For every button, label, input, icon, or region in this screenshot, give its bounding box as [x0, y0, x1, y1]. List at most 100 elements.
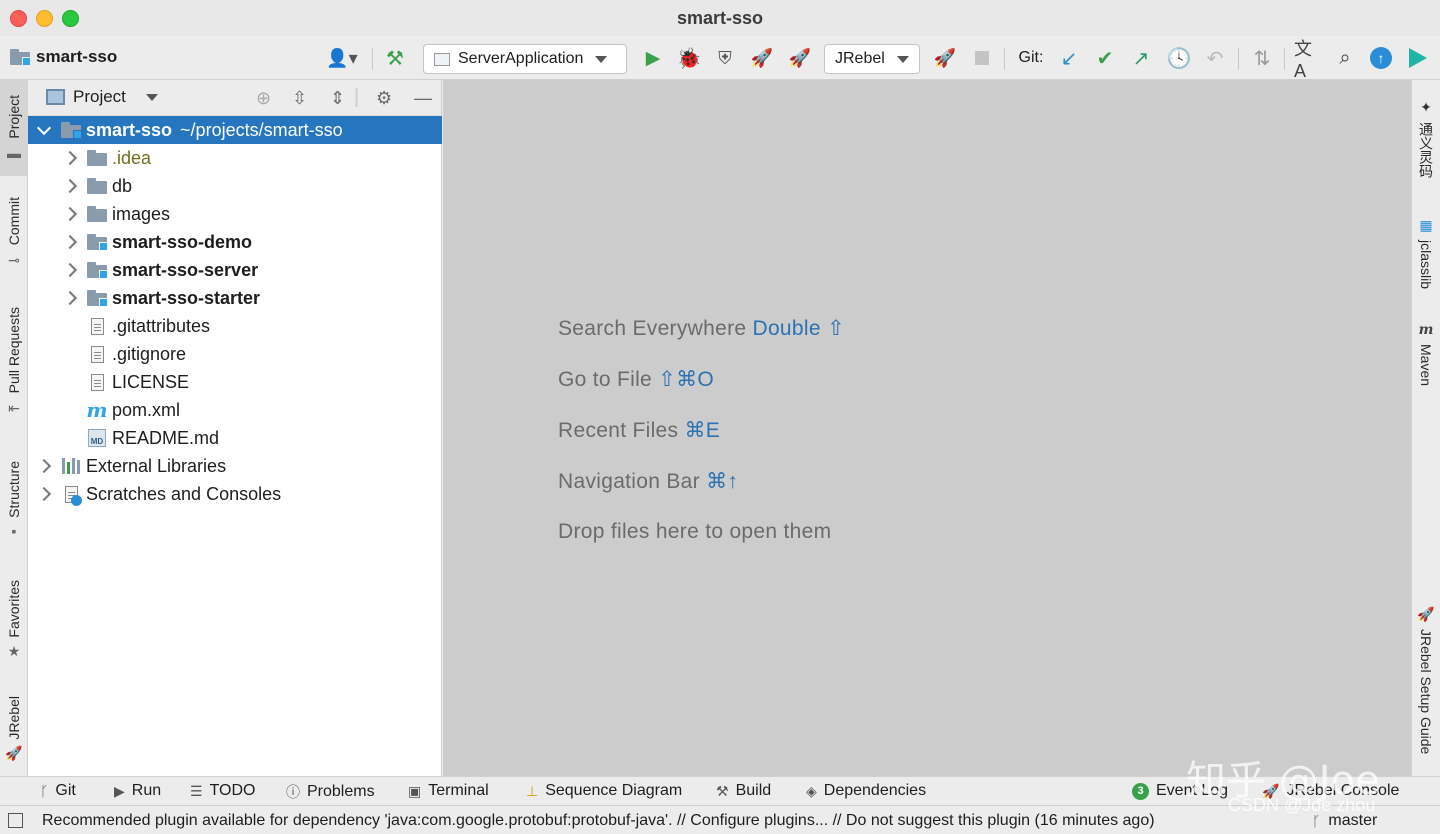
git-commit-icon[interactable]: ✔	[1092, 46, 1118, 70]
tool-tab-structure[interactable]: Structure ▪	[0, 450, 28, 550]
close-window-button[interactable]	[10, 10, 27, 27]
tool-tab-jrebel-setup[interactable]: 🚀 JRebel Setup Guide	[1412, 590, 1440, 770]
chevron-right-icon[interactable]	[62, 150, 78, 166]
chevron-right-icon[interactable]	[62, 262, 78, 278]
git-push-icon[interactable]: ↗	[1128, 46, 1154, 70]
left-tool-strip: Project ▬ Commit ⊸ Pull Requests ⇤ Struc…	[0, 80, 28, 776]
maximize-window-button[interactable]	[62, 10, 79, 27]
run-config-dropdown[interactable]: ServerApplication	[423, 44, 627, 74]
stop-icon[interactable]	[970, 46, 994, 70]
sequence-diagram-icon: ⊥	[526, 782, 539, 799]
tool-tab-favorites[interactable]: Favorites ★	[0, 570, 28, 670]
text-file-icon	[90, 373, 104, 391]
tool-tab-run[interactable]: ▶ Run	[114, 782, 161, 800]
tool-tab-jrebel[interactable]: JRebel 🚀	[0, 686, 28, 772]
tree-item-smart-sso-demo[interactable]: smart-sso-demo	[28, 228, 442, 256]
git-update-icon[interactable]: ↙	[1056, 46, 1082, 70]
minimize-window-button[interactable]	[36, 10, 53, 27]
tool-tab-jclasslib[interactable]: ▦ jclasslib	[1412, 208, 1440, 298]
project-view-selector[interactable]: Project	[46, 87, 158, 107]
gear-icon[interactable]: ⚙	[376, 88, 392, 109]
update-upload-icon[interactable]: ↑	[1368, 46, 1394, 70]
list-icon: ☰	[190, 782, 203, 799]
project-panel-header: Project ⊕ ⇳ ⇕ | ⚙ —	[28, 80, 441, 116]
tree-item-label: pom.xml	[112, 399, 181, 420]
status-message[interactable]: Recommended plugin available for depende…	[42, 812, 1155, 830]
tree-item-db[interactable]: db	[28, 172, 442, 200]
navbar-project[interactable]: smart-sso	[10, 47, 117, 67]
jrebel-run-icon[interactable]: 🚀	[748, 46, 776, 70]
project-window-icon	[46, 89, 65, 105]
tree-item-gitattributes[interactable]: .gitattributes	[28, 312, 442, 340]
folder-icon	[87, 206, 107, 222]
chevron-right-icon[interactable]	[62, 206, 78, 222]
coverage-icon[interactable]: ⛨	[712, 46, 738, 70]
history-clock-icon[interactable]: 🕓	[1166, 46, 1192, 70]
build-hammer-icon[interactable]: ⚒	[382, 46, 408, 70]
tree-item-readme[interactable]: MD README.md	[28, 424, 442, 452]
jrebel-debug-icon[interactable]: 🚀	[786, 46, 814, 70]
hide-panel-icon[interactable]: —	[414, 88, 432, 109]
chevron-right-icon[interactable]	[36, 486, 52, 502]
tool-tab-build[interactable]: ⚒ Build	[716, 782, 771, 800]
chevron-right-icon[interactable]	[62, 178, 78, 194]
tree-root-smart-sso[interactable]: smart-sso ~/projects/smart-sso	[28, 116, 442, 144]
commit-icon: ⊸	[8, 251, 20, 268]
tree-item-idea[interactable]: .idea	[28, 144, 442, 172]
tree-item-images[interactable]: images	[28, 200, 442, 228]
editor-area[interactable]: Search Everywhere Double ⇧ Go to File ⇧⌘…	[443, 80, 1411, 776]
toggle-tool-windows-icon[interactable]	[8, 813, 23, 828]
tree-item-scratches[interactable]: Scratches and Consoles	[28, 480, 442, 508]
tool-tab-sequence-diagram[interactable]: ⊥ Sequence Diagram	[526, 782, 682, 800]
tree-item-license[interactable]: LICENSE	[28, 368, 442, 396]
git-label: Git:	[1018, 49, 1044, 66]
run-icon[interactable]: ▶	[640, 46, 666, 70]
chevron-right-icon[interactable]	[36, 458, 52, 474]
chevron-down-icon	[145, 93, 158, 101]
tree-item-external-libraries[interactable]: External Libraries	[28, 452, 442, 480]
chevron-right-icon[interactable]	[62, 234, 78, 250]
hammer-icon: ⚒	[716, 782, 729, 799]
folder-icon	[87, 178, 107, 194]
diff-icon[interactable]: ⇅	[1248, 46, 1276, 70]
jrebel-dropdown[interactable]: JRebel	[824, 44, 920, 74]
debug-bug-icon[interactable]: 🐞	[676, 46, 702, 70]
tool-tab-tongyi[interactable]: ✦ 通义灵码	[1412, 88, 1440, 188]
jrebel-attach-icon[interactable]: 🚀	[932, 46, 958, 70]
tree-item-smart-sso-server[interactable]: smart-sso-server	[28, 256, 442, 284]
tool-tab-commit[interactable]: Commit ⊸	[0, 188, 28, 278]
rollback-icon[interactable]: ↶	[1202, 46, 1228, 70]
tree-item-gitignore[interactable]: .gitignore	[28, 340, 442, 368]
translate-icon[interactable]: 文A	[1294, 39, 1322, 81]
expand-all-icon[interactable]: ⇳	[292, 88, 307, 109]
tool-tab-project[interactable]: Project ▬	[0, 80, 28, 176]
tree-item-label: .idea	[112, 147, 152, 168]
tree-item-smart-sso-starter[interactable]: smart-sso-starter	[28, 284, 442, 312]
tool-tab-git[interactable]: ᚴ Git	[40, 782, 76, 800]
library-icon	[62, 458, 80, 474]
root-name: smart-sso	[86, 119, 173, 140]
chevron-right-icon[interactable]	[62, 290, 78, 306]
pull-request-icon: ⇤	[8, 399, 20, 416]
tool-tab-terminal[interactable]: ▣ Terminal	[408, 782, 489, 800]
tree-item-pom-xml[interactable]: m pom.xml	[28, 396, 442, 424]
tool-tab-todo[interactable]: ☰ TODO	[190, 782, 256, 800]
tree-item-label: README.md	[112, 427, 220, 448]
user-icon[interactable]: 👤▾	[322, 46, 362, 70]
hint-search-everywhere: Search Everywhere Double ⇧	[558, 317, 845, 340]
title-bar: smart-sso	[0, 0, 1440, 36]
plugin-logo-icon[interactable]	[1404, 46, 1432, 70]
tree-item-label: .gitignore	[112, 343, 187, 364]
tree-item-label: smart-sso-server	[112, 259, 259, 280]
project-panel-title: Project	[73, 87, 126, 106]
chevron-down-icon[interactable]	[36, 120, 52, 136]
text-file-icon	[90, 317, 104, 335]
collapse-all-icon[interactable]: ⇕	[330, 88, 345, 109]
tool-tab-problems[interactable]: ⓘ Problems	[286, 782, 375, 802]
search-icon[interactable]: ⌕	[1332, 46, 1358, 70]
tool-tab-maven[interactable]: m Maven	[1412, 314, 1440, 394]
tool-tab-dependencies[interactable]: ◈ Dependencies	[806, 782, 926, 800]
tool-tab-pull-requests[interactable]: Pull Requests ⇤	[0, 298, 28, 426]
locate-icon[interactable]: ⊕	[256, 88, 271, 109]
tree-item-label: Scratches and Consoles	[86, 483, 282, 504]
